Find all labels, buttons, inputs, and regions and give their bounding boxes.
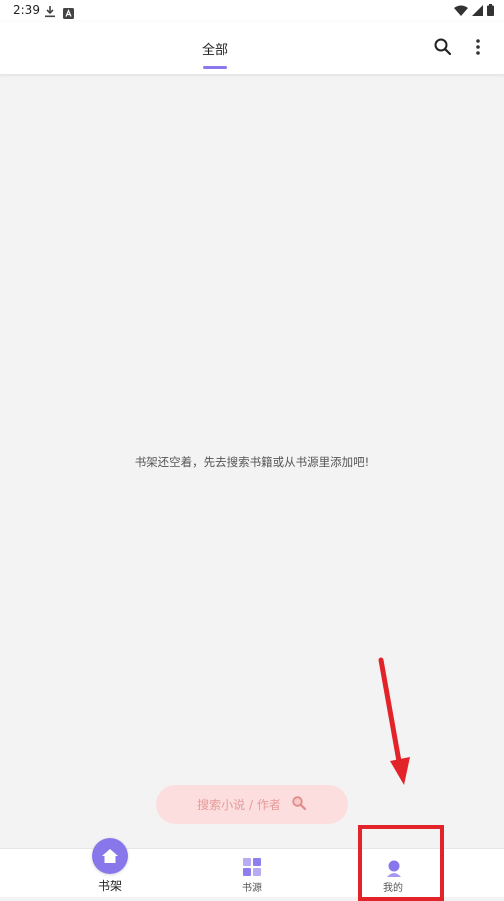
notification-icon	[63, 4, 74, 23]
wifi-icon	[454, 5, 468, 16]
tab-all-label: 全部	[201, 43, 228, 58]
nav-item-book-source[interactable]: 书源	[222, 849, 282, 897]
more-options-icon[interactable]	[470, 36, 486, 58]
status-indicators	[454, 4, 494, 16]
annotation-arrow	[370, 655, 415, 791]
search-pill-label: 搜索小说 / 作者	[197, 798, 281, 812]
nav-label-bookshelf: 书架	[97, 879, 122, 893]
tab-indicator	[203, 66, 227, 69]
search-novel-button[interactable]: 搜索小说 / 作者	[156, 785, 348, 824]
top-bar: 全部	[0, 22, 504, 74]
empty-state-message: 书架还空着，先去搜索书籍或从书源里添加吧!	[134, 455, 370, 469]
magnifier-icon	[291, 795, 307, 815]
status-bar: 2:39	[0, 0, 504, 22]
download-icon	[44, 3, 56, 22]
grid-icon	[243, 858, 261, 880]
signal-icon	[472, 4, 483, 16]
tab-all[interactable]: 全部	[194, 22, 236, 74]
status-time: 2:39	[13, 3, 40, 17]
nav-label-book-source: 书源	[242, 883, 262, 894]
battery-icon	[487, 4, 494, 16]
annotation-highlight-box	[358, 825, 444, 901]
search-icon[interactable]	[432, 36, 454, 58]
nav-item-bookshelf[interactable]: 书架	[80, 838, 140, 897]
home-icon	[92, 838, 128, 874]
